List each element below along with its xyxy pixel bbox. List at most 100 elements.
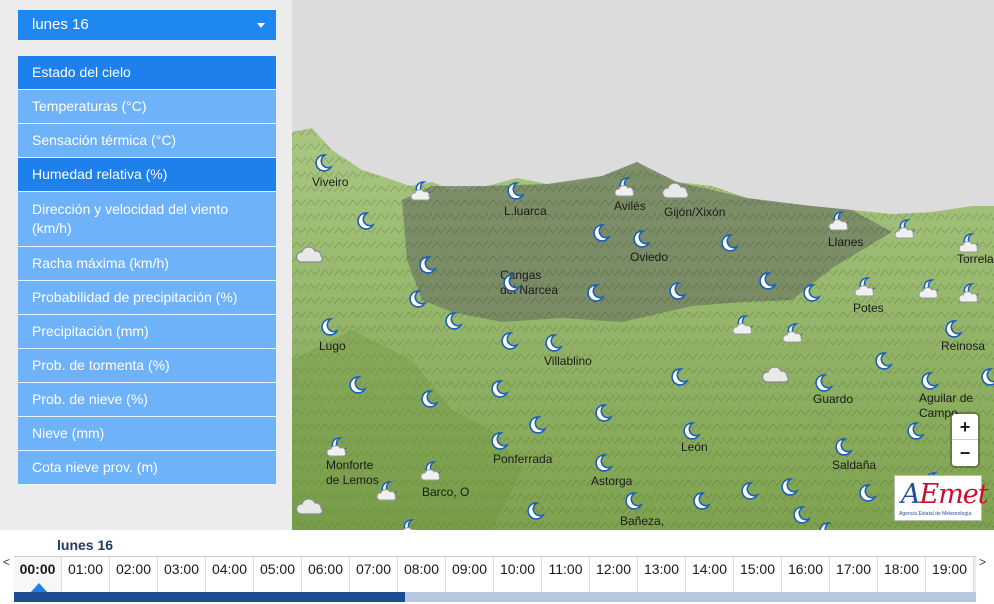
moon-icon	[504, 180, 526, 202]
cloud-icon	[294, 246, 326, 268]
moon-icon	[680, 420, 702, 442]
city-label: León	[681, 440, 708, 454]
hour-6[interactable]: 06:00	[302, 557, 350, 597]
city-label: Oviedo	[630, 250, 669, 264]
moon-cloud-icon	[410, 180, 436, 202]
moon-icon	[488, 378, 510, 400]
moon-cloud-icon	[376, 480, 402, 502]
city-label: Monforte de Lemos	[326, 458, 379, 487]
city-label: Bañeza,	[620, 514, 665, 528]
menu-item-3[interactable]: Humedad relativa (%)	[18, 158, 276, 192]
city-label: Ponferrada	[493, 452, 553, 466]
hour-10[interactable]: 10:00	[494, 557, 542, 597]
terrain-background	[292, 0, 994, 530]
timeline-progress-fill	[14, 592, 405, 602]
timeline-day-label: lunes 16	[57, 537, 114, 553]
moon-cloud-icon	[958, 232, 984, 254]
hour-18[interactable]: 18:00	[878, 557, 926, 597]
menu-item-5[interactable]: Racha máxima (km/h)	[18, 247, 276, 281]
city-label: Saldaña	[832, 458, 877, 472]
hour-13[interactable]: 13:00	[638, 557, 686, 597]
hour-2[interactable]: 02:00	[110, 557, 158, 597]
hour-5[interactable]: 05:00	[254, 557, 302, 597]
hour-16[interactable]: 16:00	[782, 557, 830, 597]
left-panel: lunes 16 Estado del cielo Temperaturas (°…	[0, 0, 292, 530]
timeline-prev-arrow[interactable]: <	[3, 554, 13, 574]
moon-icon	[942, 318, 964, 340]
hour-9[interactable]: 09:00	[446, 557, 494, 597]
moon-icon	[690, 490, 712, 512]
city-label: Barco, O	[422, 485, 470, 499]
hour-3[interactable]: 03:00	[158, 557, 206, 597]
hour-19[interactable]: 19:00	[926, 557, 974, 597]
hour-11[interactable]: 11:00	[542, 557, 590, 597]
city-label: Torrela	[957, 252, 994, 266]
cloud-icon	[294, 498, 326, 520]
moon-icon	[346, 374, 368, 396]
menu-item-9[interactable]: Prob. de nieve (%)	[18, 383, 276, 417]
city-label: L.luarca	[504, 204, 547, 218]
timeline-next-arrow[interactable]: >	[979, 554, 989, 574]
hour-17[interactable]: 17:00	[830, 557, 878, 597]
hour-7[interactable]: 07:00	[350, 557, 398, 597]
moon-icon	[738, 480, 760, 502]
moon-icon	[790, 504, 812, 526]
moon-icon	[872, 350, 894, 372]
moon-icon	[592, 452, 614, 474]
moon-icon	[312, 152, 334, 174]
menu-item-0[interactable]: Estado del cielo	[18, 56, 276, 90]
moon-icon	[668, 366, 690, 388]
moon-icon	[354, 210, 376, 232]
moon-cloud-icon	[854, 276, 880, 298]
menu-item-10[interactable]: Nieve (mm)	[18, 417, 276, 451]
moon-icon	[584, 282, 606, 304]
moon-icon	[526, 414, 548, 436]
moon-cloud-icon	[420, 460, 446, 482]
zoom-control: + −	[952, 414, 978, 466]
moon-icon	[498, 330, 520, 352]
menu-item-11[interactable]: Cota nieve prov. (m)	[18, 451, 276, 485]
city-label: Potes	[853, 301, 884, 315]
moon-cloud-icon	[398, 518, 424, 530]
aemet-logo: AEmet Agencia Estatal de Meteorología	[894, 475, 989, 521]
city-label: Avilés	[614, 199, 646, 213]
moon-icon	[418, 388, 440, 410]
hour-4[interactable]: 04:00	[206, 557, 254, 597]
moon-icon	[666, 280, 688, 302]
hour-8[interactable]: 08:00	[398, 557, 446, 597]
city-label: Llanes	[828, 235, 864, 249]
city-label: Villablino	[544, 354, 592, 368]
menu-item-6[interactable]: Probabilidad de precipitación (%)	[18, 281, 276, 315]
city-label: Lugo	[319, 339, 346, 353]
menu-item-7[interactable]: Precipitación (mm)	[18, 315, 276, 349]
moon-icon	[406, 288, 428, 310]
moon-cloud-icon	[828, 210, 854, 232]
moon-icon	[630, 228, 652, 250]
variable-menu: Estado del cielo Temperaturas (°C) Sensaci…	[18, 56, 276, 485]
hour-15[interactable]: 15:00	[734, 557, 782, 597]
moon-icon	[524, 500, 546, 522]
moon-icon	[718, 232, 740, 254]
logo-subtitle: Agencia Estatal de Meteorología	[899, 511, 972, 517]
moon-icon	[622, 490, 644, 512]
menu-item-8[interactable]: Prob. de tormenta (%)	[18, 349, 276, 383]
menu-item-2[interactable]: Sensación térmica (°C)	[18, 124, 276, 158]
moon-icon	[416, 254, 438, 276]
timeline-progress-track[interactable]	[14, 592, 976, 602]
weather-map[interactable]: Viveiro L.luarca Avilés Gijón/Xixón Llanes To…	[292, 0, 994, 530]
moon-icon	[778, 476, 800, 498]
moon-icon	[904, 420, 926, 442]
chevron-down-icon	[257, 23, 265, 28]
zoom-in-button[interactable]: +	[952, 414, 978, 440]
hour-14[interactable]: 14:00	[686, 557, 734, 597]
hour-12[interactable]: 12:00	[590, 557, 638, 597]
moon-icon	[442, 310, 464, 332]
moon-cloud-icon	[614, 176, 640, 198]
zoom-out-button[interactable]: −	[952, 440, 978, 466]
hour-1[interactable]: 01:00	[62, 557, 110, 597]
menu-item-1[interactable]: Temperaturas (°C)	[18, 90, 276, 124]
day-selector[interactable]: lunes 16	[18, 10, 276, 40]
moon-icon	[592, 402, 614, 424]
menu-item-4[interactable]: Dirección y velocidad del viento (km/h)	[18, 192, 276, 247]
moon-icon	[832, 436, 854, 458]
